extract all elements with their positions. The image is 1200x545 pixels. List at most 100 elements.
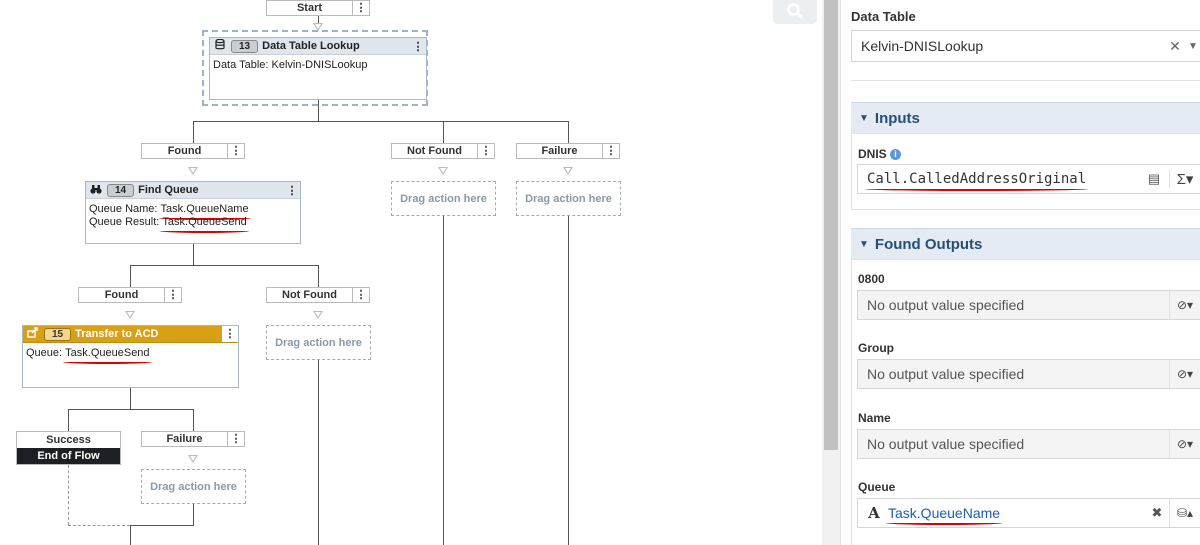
no-value-icon[interactable]: ⊘▾ xyxy=(1169,430,1200,458)
data-table-label: Data Table xyxy=(851,9,916,24)
data-table-lookup-node[interactable]: 13 Data Table Lookup ⋮ Data Table: Kelvi… xyxy=(209,37,427,100)
output-label: Name xyxy=(858,411,891,425)
node-number: 15 xyxy=(44,327,72,341)
output-value: No output value specified xyxy=(867,436,1025,452)
outcome-found[interactable]: Found ⋮ xyxy=(78,287,182,303)
arrow-down-icon xyxy=(125,311,135,319)
arrow-down-icon xyxy=(188,167,198,175)
drop-target[interactable]: Drag action here xyxy=(391,181,496,216)
success-end-node[interactable]: Success End of Flow xyxy=(16,431,121,465)
arrow-down-icon xyxy=(438,167,448,175)
outcome-label: Found xyxy=(167,145,202,157)
connector xyxy=(443,121,444,143)
outcome-label: Found xyxy=(104,289,139,301)
menu-icon[interactable]: ⋮ xyxy=(227,144,244,158)
menu-icon[interactable]: ⋮ xyxy=(352,288,369,302)
connector xyxy=(568,121,569,143)
menu-icon[interactable]: ⋮ xyxy=(227,432,244,446)
transfer-icon xyxy=(26,327,40,341)
node-title: Find Queue xyxy=(138,184,199,196)
no-value-icon[interactable]: ⊘▾ xyxy=(1169,360,1200,388)
menu-icon[interactable]: ⋮ xyxy=(222,326,238,342)
canvas-scrollbar[interactable] xyxy=(822,0,840,545)
outcome-label: Not Found xyxy=(407,145,462,157)
no-value-icon[interactable]: ⊘▾ xyxy=(1169,291,1200,319)
find-queue-node[interactable]: 14 Find Queue ⋮ Queue Name: Task.QueueNa… xyxy=(85,181,301,244)
queue-output-field[interactable]: A Task.QueueName ✖ ⛁▴ xyxy=(857,498,1200,528)
transfer-to-acd-node[interactable]: 15 Transfer to ACD ⋮ Queue: Task.QueueSe… xyxy=(22,325,239,388)
arrow-down-icon xyxy=(313,311,323,319)
start-label: Start xyxy=(296,2,323,14)
outcome-not-found[interactable]: Not Found ⋮ xyxy=(266,287,370,303)
drop-target[interactable]: Drag action here xyxy=(266,325,371,360)
properties-panel: Data Table Kelvin-DNISLookup ✕ ▼ ▼ Input… xyxy=(840,0,1200,545)
connector xyxy=(130,388,131,409)
outcome-label: Failure xyxy=(541,145,578,157)
caret-down-icon: ▼ xyxy=(859,238,869,250)
database-icon[interactable]: ⛁▴ xyxy=(1169,499,1200,527)
arrow-down-icon xyxy=(563,167,573,175)
connector xyxy=(193,121,569,122)
connector xyxy=(130,265,319,266)
connector xyxy=(193,504,194,525)
string-type-icon: A xyxy=(868,504,880,522)
arrow-down-icon xyxy=(188,455,198,463)
divider xyxy=(851,80,1200,81)
menu-icon[interactable]: ⋮ xyxy=(410,40,426,53)
found-outputs-section-header[interactable]: ▼ Found Outputs xyxy=(851,228,1200,259)
expression-editor-icon[interactable]: ▤ xyxy=(1139,171,1169,187)
scrollbar-thumb[interactable] xyxy=(824,0,838,450)
menu-icon[interactable]: ⋮ xyxy=(602,144,619,158)
node-title: Data Table Lookup xyxy=(262,40,360,52)
close-icon[interactable]: ✖ xyxy=(1145,505,1169,521)
sigma-icon[interactable]: Σ▾ xyxy=(1169,170,1200,188)
queue-value-text: Task.QueueName xyxy=(885,505,1003,525)
connector xyxy=(68,525,130,526)
output-field[interactable]: No output value specified ⊘▾ xyxy=(857,290,1200,320)
info-icon[interactable]: i xyxy=(890,149,902,161)
output-label: Queue xyxy=(858,480,896,494)
data-table-select[interactable]: Kelvin-DNISLookup ✕ ▼ xyxy=(851,30,1200,62)
drop-target[interactable]: Drag action here xyxy=(516,181,621,216)
search-icon xyxy=(786,2,804,23)
connector xyxy=(193,121,194,143)
outcome-failure[interactable]: Failure ⋮ xyxy=(516,143,620,159)
outcome-not-found[interactable]: Not Found ⋮ xyxy=(391,143,495,159)
connector xyxy=(130,265,131,287)
dnis-value-text: Call.CalledAddressOriginal xyxy=(864,171,1089,191)
node-field-value: Task.QueueSend xyxy=(160,216,250,233)
section-title: Found Outputs xyxy=(874,235,983,253)
connector xyxy=(318,265,319,287)
output-field[interactable]: No output value specified ⊘▾ xyxy=(857,359,1200,389)
output-value: No output value specified xyxy=(867,366,1025,382)
dnis-label-text: DNIS xyxy=(858,147,887,161)
drop-target[interactable]: Drag action here xyxy=(141,469,246,504)
outcome-found[interactable]: Found ⋮ xyxy=(141,143,245,159)
outcome-failure[interactable]: Failure ⋮ xyxy=(141,431,245,447)
caret-down-icon: ▼ xyxy=(859,112,869,124)
output-field[interactable]: No output value specified ⊘▾ xyxy=(857,429,1200,459)
outcome-label: Failure xyxy=(166,433,203,445)
node-field-label: Data Table: xyxy=(213,59,269,71)
menu-icon[interactable]: ⋮ xyxy=(477,144,494,158)
menu-icon[interactable]: ⋮ xyxy=(352,1,369,15)
menu-icon[interactable]: ⋮ xyxy=(164,288,181,302)
output-value: Task.QueueName xyxy=(884,505,1145,525)
search-button[interactable] xyxy=(773,0,817,24)
menu-icon[interactable]: ⋮ xyxy=(284,184,300,197)
start-node[interactable]: Start ⋮ xyxy=(266,0,370,16)
connector xyxy=(443,216,444,545)
output-value: No output value specified xyxy=(867,297,1025,313)
node-number: 14 xyxy=(107,183,135,197)
connector xyxy=(68,409,194,410)
chevron-down-icon[interactable]: ▼ xyxy=(1186,41,1200,52)
dnis-expression-field[interactable]: Call.CalledAddressOriginal ▤ Σ▾ xyxy=(857,164,1200,194)
inputs-section-header[interactable]: ▼ Inputs xyxy=(851,102,1200,133)
connector xyxy=(318,360,319,545)
binoculars-icon xyxy=(89,184,103,197)
flow-canvas[interactable]: Start ⋮ 13 Data Table Lookup ⋮ Data Tabl… xyxy=(0,0,820,545)
node-field-label: Queue Result: xyxy=(89,216,160,228)
close-icon[interactable]: ✕ xyxy=(1164,38,1186,55)
data-table-value: Kelvin-DNISLookup xyxy=(861,38,984,54)
node-field-value: Task.QueueSend xyxy=(63,347,152,364)
